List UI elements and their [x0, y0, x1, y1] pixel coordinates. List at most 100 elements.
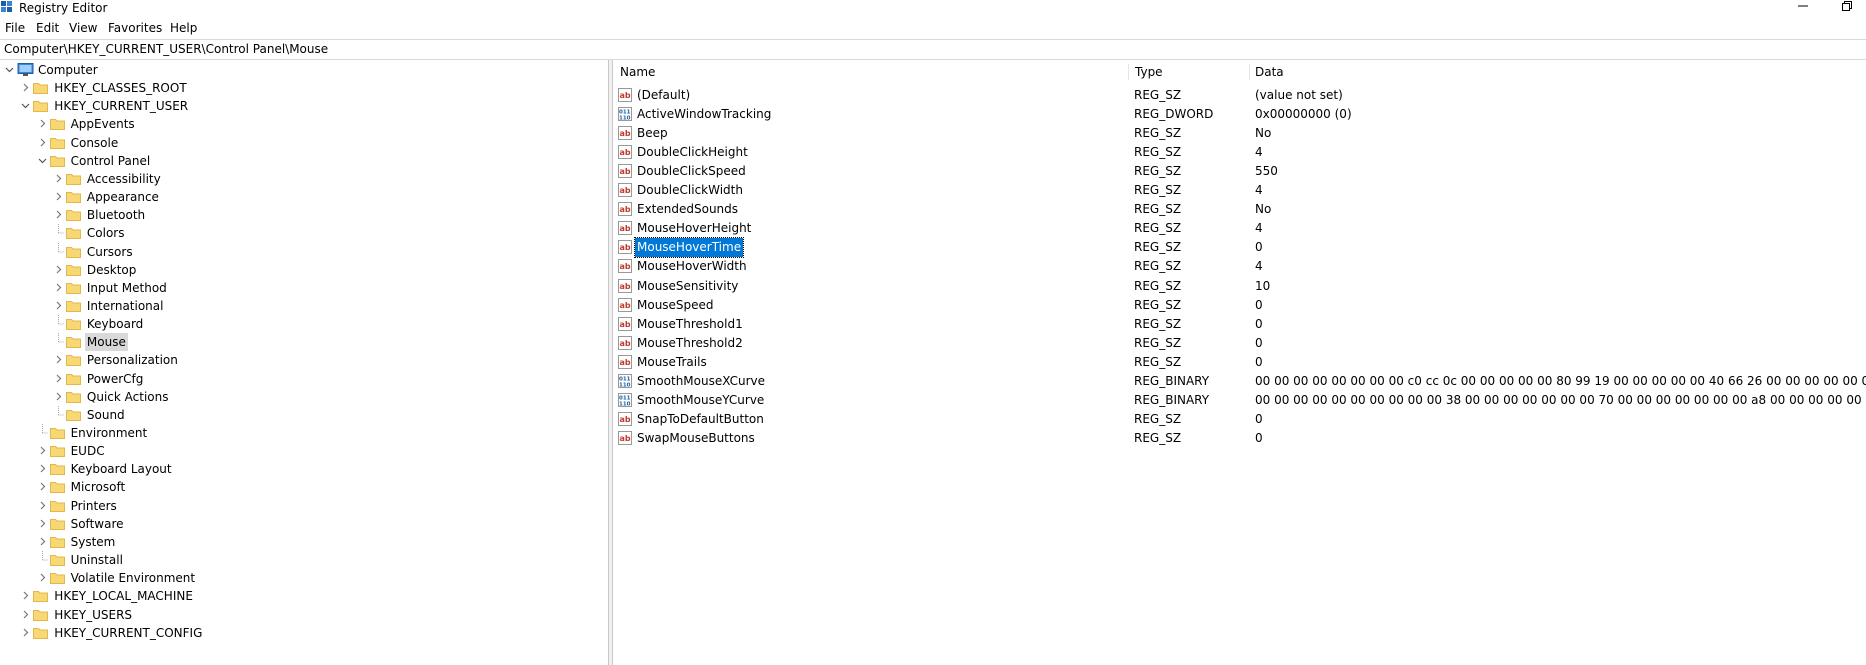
table-row[interactable]: ab MouseHoverHeight REG_SZ 4: [614, 219, 1866, 238]
value-name: MouseThreshold2: [637, 335, 743, 350]
chevron-right-icon[interactable]: [53, 209, 64, 220]
menu-help[interactable]: Help: [170, 20, 197, 36]
table-row[interactable]: ab MouseSensitivity REG_SZ 10: [614, 277, 1866, 296]
table-row[interactable]: ab MouseHoverTime REG_SZ 0: [614, 237, 1866, 259]
table-row[interactable]: ab (Default) REG_SZ (value not set): [614, 86, 1866, 105]
tree-item[interactable]: EUDC: [0, 442, 608, 460]
chevron-right-icon[interactable]: [37, 463, 48, 474]
tree-item[interactable]: Printers: [0, 497, 608, 515]
table-row[interactable]: 011 110 SmoothMouseXCurve REG_BINARY 00 00 0…: [614, 372, 1866, 391]
table-row[interactable]: ab MouseTrails REG_SZ 0: [614, 353, 1866, 372]
tree-item[interactable]: Sound: [0, 405, 608, 424]
column-header-type[interactable]: Type: [1135, 60, 1163, 84]
value-data: 00 00 00 00 00 00 00 00 00 00 38 00 00 0…: [1255, 392, 1866, 407]
table-row[interactable]: ab Beep REG_SZ No: [614, 124, 1866, 143]
folder-icon: [65, 281, 81, 294]
table-row[interactable]: 011 110 ActiveWindowTracking REG_DWORD 0x000…: [614, 105, 1866, 124]
chevron-right-icon[interactable]: [37, 500, 48, 511]
chevron-right-icon[interactable]: [20, 590, 31, 601]
string-value-icon: ab: [618, 278, 632, 293]
address-bar[interactable]: Computer\HKEY_CURRENT_USER\Control Panel…: [0, 39, 1866, 60]
tree-item[interactable]: HKEY_CLASSES_ROOT: [0, 79, 608, 97]
table-row[interactable]: ab SwapMouseButtons REG_SZ 0: [614, 429, 1866, 448]
minimize-button[interactable]: [1790, 0, 1816, 14]
tree-item[interactable]: Cursors: [0, 242, 608, 261]
column-header-name[interactable]: Name: [620, 60, 655, 84]
chevron-down-icon[interactable]: [4, 64, 15, 75]
chevron-right-icon[interactable]: [53, 264, 64, 275]
string-value-icon: ab: [618, 221, 632, 236]
table-row[interactable]: ab MouseThreshold1 REG_SZ 0: [614, 315, 1866, 334]
chevron-right-icon[interactable]: [53, 300, 64, 311]
table-row[interactable]: ab SnapToDefaultButton REG_SZ 0: [614, 410, 1866, 429]
chevron-right-icon[interactable]: [37, 536, 48, 547]
tree-item[interactable]: Volatile Environment: [0, 569, 608, 587]
pane-splitter[interactable]: [608, 60, 613, 665]
tree-item[interactable]: PowerCfg: [0, 370, 608, 388]
key-tree[interactable]: Computer HKEY_CLASSES_ROOT HKEY_CURRENT_US…: [0, 60, 608, 665]
tree-item[interactable]: Appearance: [0, 188, 608, 206]
tree-item[interactable]: HKEY_LOCAL_MACHINE: [0, 587, 608, 605]
tree-item[interactable]: System: [0, 533, 608, 551]
menu-file[interactable]: File: [5, 20, 25, 36]
table-row[interactable]: 011 110 SmoothMouseYCurve REG_BINARY 00 00 0…: [614, 391, 1866, 410]
menu-view[interactable]: View: [69, 20, 97, 36]
tree-item[interactable]: Keyboard Layout: [0, 460, 608, 478]
tree-item[interactable]: International: [0, 297, 608, 315]
tree-item[interactable]: AppEvents: [0, 115, 608, 133]
tree-item[interactable]: Control Panel: [0, 152, 608, 170]
column-header-data[interactable]: Data: [1255, 60, 1284, 84]
chevron-right-icon[interactable]: [20, 609, 31, 620]
table-row[interactable]: ab MouseHoverWidth REG_SZ 4: [614, 257, 1866, 276]
chevron-right-icon[interactable]: [53, 173, 64, 184]
tree-item[interactable]: HKEY_CURRENT_USER: [0, 97, 608, 115]
column-divider[interactable]: [1249, 64, 1250, 80]
tree-item[interactable]: Accessibility: [0, 170, 608, 188]
tree-item[interactable]: Environment: [0, 424, 608, 442]
chevron-down-icon[interactable]: [20, 100, 31, 111]
column-divider[interactable]: [1128, 64, 1129, 80]
chevron-right-icon[interactable]: [37, 572, 48, 583]
chevron-right-icon[interactable]: [37, 118, 48, 129]
chevron-right-icon[interactable]: [37, 481, 48, 492]
chevron-right-icon[interactable]: [20, 627, 31, 638]
tree-item[interactable]: Desktop: [0, 261, 608, 279]
tree-item[interactable]: Software: [0, 515, 608, 533]
value-data: 550: [1255, 164, 1278, 179]
table-row[interactable]: ab MouseThreshold2 REG_SZ 0: [614, 334, 1866, 353]
chevron-right-icon[interactable]: [37, 518, 48, 529]
table-row[interactable]: ab DoubleClickHeight REG_SZ 4: [614, 143, 1866, 162]
chevron-right-icon[interactable]: [53, 354, 64, 365]
chevron-right-icon[interactable]: [20, 82, 31, 93]
table-row[interactable]: ab ExtendedSounds REG_SZ No: [614, 200, 1866, 219]
tree-item[interactable]: HKEY_USERS: [0, 606, 608, 624]
address-path[interactable]: Computer\HKEY_CURRENT_USER\Control Panel…: [4, 41, 328, 58]
chevron-right-icon[interactable]: [53, 391, 64, 402]
tree-item[interactable]: Console: [0, 134, 608, 152]
tree-item[interactable]: Keyboard: [0, 315, 608, 333]
tree-item[interactable]: HKEY_CURRENT_CONFIG: [0, 624, 608, 642]
chevron-right-icon[interactable]: [53, 191, 64, 202]
table-row[interactable]: ab MouseSpeed REG_SZ 0: [614, 296, 1866, 315]
table-row[interactable]: ab DoubleClickWidth REG_SZ 4: [614, 181, 1866, 200]
menu-edit[interactable]: Edit: [36, 20, 59, 36]
table-row[interactable]: ab DoubleClickSpeed REG_SZ 550: [614, 162, 1866, 181]
tree-item[interactable]: Personalization: [0, 351, 608, 369]
chevron-right-icon[interactable]: [53, 282, 64, 293]
tree-item[interactable]: Quick Actions: [0, 388, 608, 406]
tree-item[interactable]: Computer: [0, 61, 608, 79]
menu-favorites[interactable]: Favorites: [108, 20, 162, 36]
tree-item[interactable]: Colors: [0, 224, 608, 242]
tree-item[interactable]: Input Method: [0, 279, 608, 297]
tree-item[interactable]: Bluetooth: [0, 206, 608, 224]
restore-button[interactable]: [1834, 0, 1860, 14]
chevron-down-icon[interactable]: [37, 155, 48, 166]
tree-item[interactable]: Uninstall: [0, 551, 608, 569]
chevron-right-icon[interactable]: [37, 137, 48, 148]
chevron-right-icon[interactable]: [37, 445, 48, 456]
string-value-icon: ab: [618, 430, 632, 445]
values-list[interactable]: Name Type Data ab (Default) REG_SZ (value n…: [614, 60, 1866, 665]
chevron-right-icon[interactable]: [53, 373, 64, 384]
tree-item[interactable]: Microsoft: [0, 478, 608, 496]
tree-item[interactable]: Mouse: [0, 333, 608, 352]
